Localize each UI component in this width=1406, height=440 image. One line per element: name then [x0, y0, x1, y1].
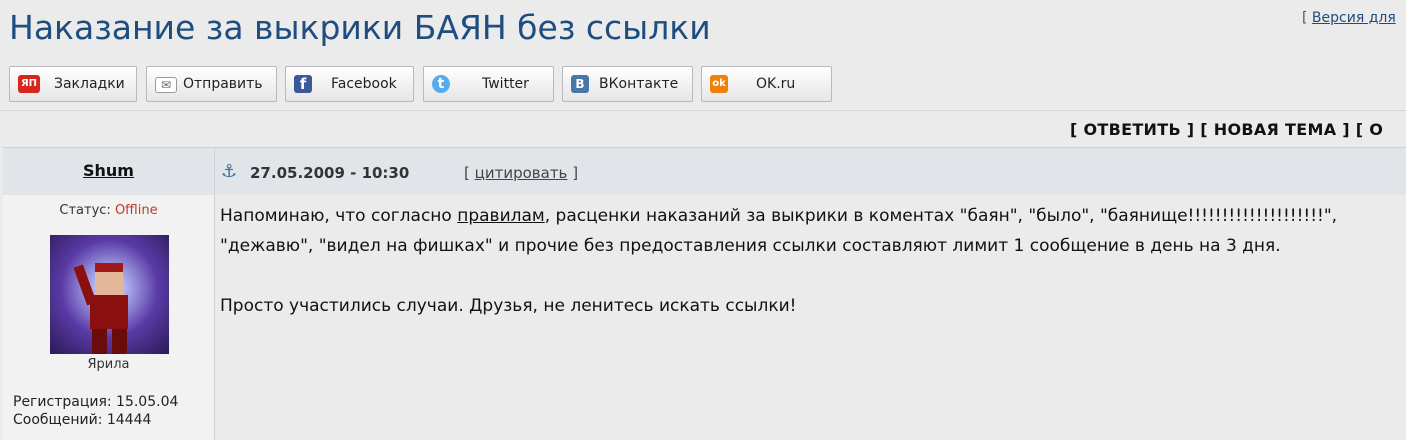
avatar-leg [92, 329, 107, 354]
anchor-icon[interactable]: ⚓ [221, 161, 237, 182]
post-date: 27.05.2009 - 10:30 [250, 164, 410, 182]
twitter-button[interactable]: t Twitter [423, 66, 554, 102]
author-name[interactable]: Shum [3, 148, 215, 195]
send-button[interactable]: ✉ Отправить [146, 66, 277, 102]
post-header: Shum ⚓ 27.05.2009 - 10:30 [ цитировать ] [3, 147, 1406, 195]
more-actions-button[interactable]: [ О [1356, 120, 1383, 139]
post-body: Напоминаю, что согласно правилам, расцен… [220, 201, 1406, 321]
avatar-leg [112, 329, 127, 354]
quote-link[interactable]: цитировать [475, 164, 568, 182]
avatar[interactable] [50, 235, 169, 354]
divider [0, 110, 1406, 111]
avatar-body [90, 295, 128, 329]
ok-icon: ok [710, 75, 728, 93]
ok-button[interactable]: ok OK.ru [701, 66, 832, 102]
author-rank: Ярила [87, 357, 130, 372]
author-sidebar: Статус: Offline Ярила Регистрация: 15.05… [3, 195, 215, 440]
vkontakte-label: ВКонтакте [599, 76, 679, 92]
ok-label: OK.ru [756, 76, 796, 92]
facebook-button[interactable]: f Facebook [285, 66, 414, 102]
print-version: [ Версия для [1302, 10, 1396, 26]
vkontakte-button[interactable]: B ВКонтакте [562, 66, 693, 102]
status-value: Offline [114, 203, 158, 218]
avatar-head [95, 263, 123, 298]
bookmarks-button[interactable]: ЯП Закладки [9, 66, 137, 102]
registration-date: Регистрация: 15.05.04 [13, 394, 179, 410]
author-status: Статус: Offline [3, 203, 214, 218]
post-text: Напоминаю, что согласно [220, 206, 458, 226]
rules-link[interactable]: правилам [457, 206, 545, 226]
bookmarks-label: Закладки [54, 76, 125, 92]
vk-icon: B [571, 75, 589, 93]
print-version-link[interactable]: Версия для [1312, 10, 1396, 26]
twitter-icon: t [432, 75, 450, 93]
twitter-label: Twitter [482, 76, 529, 92]
reply-button[interactable]: [ ОТВЕТИТЬ ] [1070, 120, 1194, 139]
post-paragraph: Просто участились случаи. Друзья, не лен… [220, 296, 797, 316]
yap-icon: ЯП [18, 75, 40, 93]
facebook-label: Facebook [331, 76, 397, 92]
new-topic-button[interactable]: [ НОВАЯ ТЕМА ] [1200, 120, 1350, 139]
status-label: Статус: [59, 203, 111, 218]
version-bracket: [ [1302, 10, 1312, 26]
send-label: Отправить [183, 76, 263, 92]
topic-actions: [ ОТВЕТИТЬ ] [ НОВАЯ ТЕМА ] [ О [1070, 120, 1383, 139]
quote-bracket-close: ] [572, 164, 579, 182]
facebook-icon: f [294, 75, 312, 93]
author-stats: Регистрация: 15.05.04 Сообщений: 14444 [13, 393, 178, 429]
envelope-icon: ✉ [155, 77, 177, 93]
forum-post: Shum ⚓ 27.05.2009 - 10:30 [ цитировать ]… [3, 147, 1406, 440]
page-title: Наказание за выкрики БАЯН без ссылки [9, 8, 711, 47]
post-paragraph: Напоминаю, что согласно правилам, расцен… [220, 201, 1406, 261]
message-count: Сообщений: 14444 [13, 412, 152, 428]
quote-bracket-open: [ [464, 164, 470, 182]
quote-control: [ цитировать ] [464, 164, 578, 182]
